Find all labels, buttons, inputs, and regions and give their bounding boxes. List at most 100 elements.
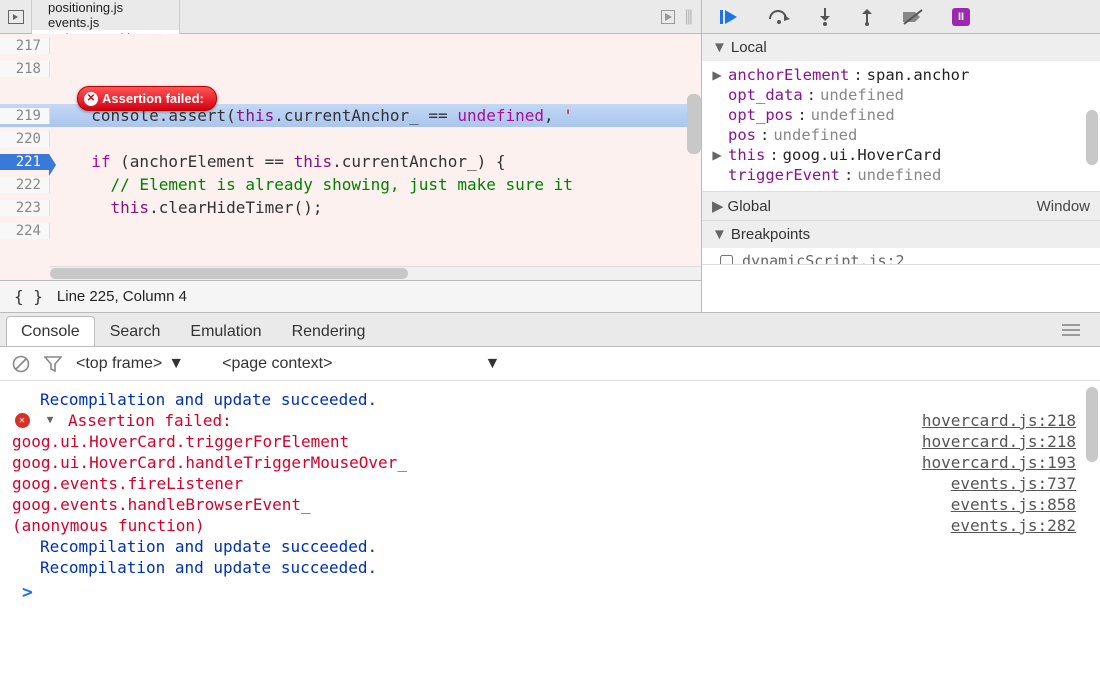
filter-icon[interactable] — [44, 356, 62, 372]
code-line[interactable]: 222 // Element is already showing, just … — [0, 173, 701, 196]
code-line[interactable]: 218 — [0, 57, 701, 80]
step-over-icon[interactable] — [768, 9, 790, 25]
source-link[interactable]: events.js:282 — [951, 516, 1076, 535]
stack-frame[interactable]: (anonymous function)events.js:282 — [12, 515, 1076, 536]
drawer-menu-icon[interactable] — [1048, 313, 1094, 346]
source-link[interactable]: hovercard.js:218 — [922, 432, 1076, 451]
breakpoints-header[interactable]: ▼ Breakpoints — [702, 221, 1100, 248]
assertion-error-badge: ✕ Assertion failed: — [77, 86, 217, 111]
variable-name: triggerEvent — [728, 166, 840, 184]
file-tab-0[interactable]: positioning.js — [32, 0, 180, 15]
chevron-down-icon[interactable]: ▼ — [47, 413, 54, 426]
line-number[interactable]: 222 — [0, 177, 50, 193]
scope-variable[interactable]: pos: undefined — [710, 125, 1100, 145]
clear-console-icon[interactable] — [12, 355, 30, 373]
sidebar-vertical-scrollbar[interactable] — [1086, 110, 1098, 165]
scope-variable[interactable]: triggerEvent: undefined — [710, 165, 1100, 185]
console-toolbar: <top frame> ▼ <page context> ▼ — [0, 347, 1100, 381]
variable-name: pos — [728, 126, 756, 144]
drawer-tab-console[interactable]: Console — [6, 316, 95, 346]
code-line[interactable]: 223 this.clearHideTimer(); — [0, 196, 701, 219]
source-link[interactable]: events.js:737 — [951, 474, 1076, 493]
drawer-tab-rendering[interactable]: Rendering — [277, 316, 381, 346]
debugger-toolbar: II — [702, 0, 1100, 34]
line-number[interactable]: 219 — [0, 108, 50, 124]
resume-icon[interactable] — [720, 9, 740, 25]
variable-name: opt_data — [728, 86, 803, 104]
file-tab-1[interactable]: events.js — [32, 15, 180, 30]
context-selector[interactable]: <page context> ▼ — [222, 355, 500, 373]
cursor-position: Line 225, Column 4 — [57, 288, 187, 305]
source-link[interactable]: events.js:858 — [951, 495, 1076, 514]
editor-horizontal-scrollbar[interactable] — [50, 266, 701, 280]
console-body[interactable]: Recompilation and update succeeded.✕▼Ass… — [0, 381, 1100, 681]
breakpoint-item[interactable]: dynamicScript.js:2 — [720, 252, 1100, 264]
console-message-info: Recompilation and update succeeded. — [12, 557, 1076, 578]
editor-vertical-scrollbar[interactable] — [687, 94, 701, 154]
drawer-tab-search[interactable]: Search — [95, 316, 176, 346]
error-close-icon: ✕ — [84, 92, 98, 106]
scope-variable[interactable]: opt_pos: undefined — [710, 105, 1100, 125]
scope-variable[interactable]: opt_data: undefined — [710, 85, 1100, 105]
frame-selector[interactable]: <top frame> ▼ — [76, 355, 184, 373]
drawer-tabbar: ConsoleSearchEmulationRendering — [0, 313, 1100, 347]
stack-frame[interactable]: goog.events.fireListenerevents.js:737 — [12, 473, 1076, 494]
navigator-toggle-icon[interactable] — [0, 0, 32, 33]
drawer-tab-emulation[interactable]: Emulation — [175, 316, 276, 346]
scope-variable[interactable]: ▶anchorElement: span.anchor — [710, 65, 1100, 85]
assertion-error-text: Assertion failed: — [102, 91, 204, 106]
stack-function: (anonymous function) — [12, 516, 951, 535]
scope-local-header[interactable]: ▼ Local — [702, 34, 1100, 61]
message-text: Recompilation and update succeeded. — [40, 537, 1076, 556]
pretty-print-icon[interactable]: { } — [14, 287, 43, 306]
source-link[interactable]: hovercard.js:193 — [922, 453, 1076, 472]
console-prompt[interactable]: > — [12, 578, 1076, 607]
variable-name: opt_pos — [728, 106, 793, 124]
line-number[interactable]: 221 — [0, 154, 50, 170]
line-number[interactable]: 223 — [0, 200, 50, 216]
toggle-wrap-icon[interactable]: ||| — [685, 8, 691, 26]
chevron-down-icon: ▼ — [168, 355, 184, 373]
code-area[interactable]: 217218219 console.assert(this.currentAnc… — [0, 34, 701, 280]
code-line[interactable]: 221 if (anchorElement == this.currentAnc… — [0, 150, 701, 173]
breakpoint-checkbox[interactable] — [720, 255, 733, 264]
run-snippet-icon[interactable] — [661, 10, 675, 24]
editor-statusbar: { } Line 225, Column 4 — [0, 280, 701, 312]
step-into-icon[interactable] — [818, 8, 832, 26]
console-vertical-scrollbar[interactable] — [1086, 387, 1098, 462]
line-number[interactable]: 218 — [0, 61, 50, 77]
console-message-info: Recompilation and update succeeded. — [12, 536, 1076, 557]
code-line[interactable]: 217 — [0, 34, 701, 57]
deactivate-breakpoints-icon[interactable] — [902, 9, 924, 25]
chevron-right-icon: ▶ — [710, 66, 724, 84]
pause-on-exceptions-icon[interactable]: II — [952, 8, 970, 26]
chevron-right-icon: ▶ — [710, 146, 724, 164]
stack-frame[interactable]: goog.ui.HoverCard.handleTriggerMouseOver… — [12, 452, 1076, 473]
code-text: if (anchorElement == this.currentAnchor_… — [50, 152, 701, 171]
console-message-error[interactable]: ✕▼Assertion failed:hovercard.js:218 — [12, 410, 1076, 431]
variable-value: undefined — [857, 166, 941, 184]
source-link[interactable]: hovercard.js:218 — [922, 411, 1076, 430]
scope-global-header[interactable]: ▶ Global Window — [702, 192, 1100, 220]
tab-label: events.js — [48, 15, 99, 30]
step-out-icon[interactable] — [860, 8, 874, 26]
line-number[interactable]: 217 — [0, 38, 50, 54]
variable-value: undefined — [820, 86, 904, 104]
code-line[interactable]: 224 — [0, 219, 701, 242]
variable-value: undefined — [773, 126, 857, 144]
line-number[interactable]: 224 — [0, 223, 50, 239]
stack-frame[interactable]: goog.events.handleBrowserEvent_events.js… — [12, 494, 1076, 515]
chevron-down-icon: ▼ — [484, 355, 500, 373]
variable-name: anchorElement — [728, 66, 849, 84]
chevron-down-icon: ▼ — [712, 226, 727, 243]
scope-variable[interactable]: ▶this: goog.ui.HoverCard — [710, 145, 1100, 165]
message-text: Recompilation and update succeeded. — [40, 558, 1076, 577]
chevron-right-icon: ▶ — [712, 197, 724, 215]
variable-name: this — [728, 146, 765, 164]
console-message-info: Recompilation and update succeeded. — [12, 389, 1076, 410]
code-text: // Element is already showing, just make… — [50, 175, 701, 194]
line-number[interactable]: 220 — [0, 131, 50, 147]
code-line[interactable]: 220 — [0, 127, 701, 150]
stack-frame[interactable]: goog.ui.HoverCard.triggerForElementhover… — [12, 431, 1076, 452]
variable-value: goog.ui.HoverCard — [783, 146, 942, 164]
